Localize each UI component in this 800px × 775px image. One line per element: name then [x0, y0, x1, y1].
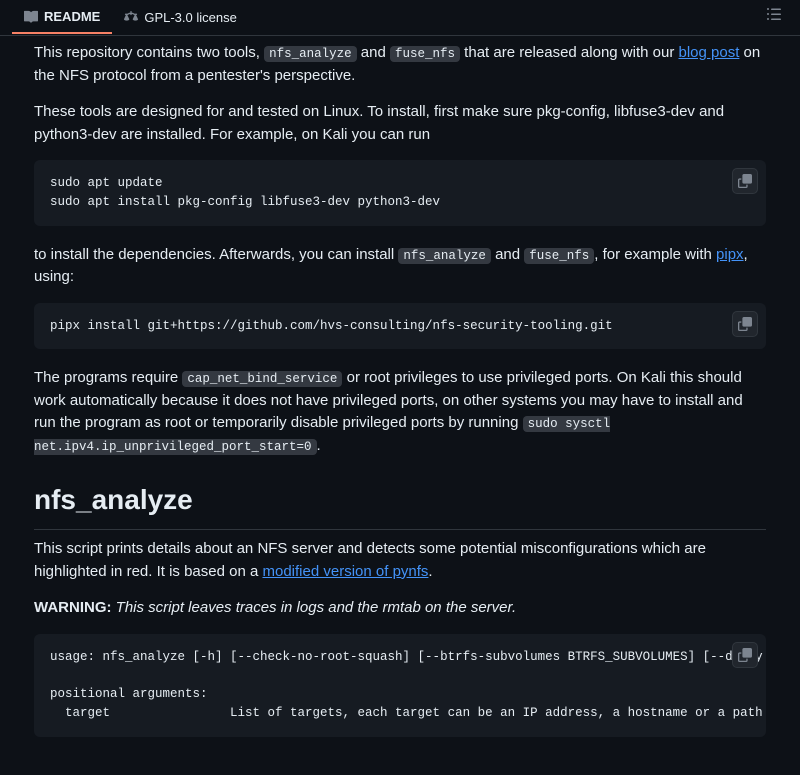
- code-nfs-analyze: nfs_analyze: [264, 46, 357, 62]
- codeblock-usage: usage: nfs_analyze [-h] [--check-no-root…: [34, 634, 766, 737]
- outline-button[interactable]: [760, 0, 788, 35]
- copy-icon: [738, 317, 752, 331]
- code-fuse-nfs: fuse_nfs: [524, 248, 594, 264]
- after-apt-paragraph: to install the dependencies. Afterwards,…: [34, 244, 766, 289]
- privileges-paragraph: The programs require cap_net_bind_servic…: [34, 367, 766, 457]
- readme-content: This repository contains two tools, nfs_…: [0, 36, 800, 775]
- codeblock-pipx: pipx install git+https://github.com/hvs-…: [34, 303, 766, 350]
- heading-nfs-analyze: nfs_analyze: [34, 479, 766, 530]
- copy-button[interactable]: [732, 642, 758, 668]
- intro-paragraph-2: These tools are designed for and tested …: [34, 101, 766, 146]
- list-unordered-icon: [766, 6, 782, 22]
- tab-readme[interactable]: README: [12, 1, 112, 35]
- tab-license-label: GPL-3.0 license: [144, 8, 237, 28]
- code-nfs-analyze: nfs_analyze: [398, 248, 491, 264]
- intro-paragraph-1: This repository contains two tools, nfs_…: [34, 42, 766, 87]
- copy-button[interactable]: [732, 168, 758, 194]
- link-pipx[interactable]: pipx: [716, 246, 744, 263]
- link-pynfs[interactable]: modified version of pynfs: [263, 563, 429, 580]
- law-icon: [124, 11, 138, 25]
- copy-icon: [738, 648, 752, 662]
- book-icon: [24, 10, 38, 24]
- warning-text: This script leaves traces in logs and th…: [112, 599, 517, 616]
- code-fuse-nfs: fuse_nfs: [390, 46, 460, 62]
- codeblock-apt: sudo apt update sudo apt install pkg-con…: [34, 160, 766, 226]
- link-blog-post[interactable]: blog post: [678, 44, 739, 61]
- tab-license[interactable]: GPL-3.0 license: [112, 2, 249, 34]
- warning-paragraph: WARNING: This script leaves traces in lo…: [34, 597, 766, 620]
- warning-label: WARNING:: [34, 599, 112, 616]
- nfs-analyze-description: This script prints details about an NFS …: [34, 538, 766, 583]
- code-cap-net-bind: cap_net_bind_service: [182, 371, 342, 387]
- readme-tabs: README GPL-3.0 license: [0, 0, 800, 36]
- copy-icon: [738, 174, 752, 188]
- tab-readme-label: README: [44, 7, 100, 27]
- copy-button[interactable]: [732, 311, 758, 337]
